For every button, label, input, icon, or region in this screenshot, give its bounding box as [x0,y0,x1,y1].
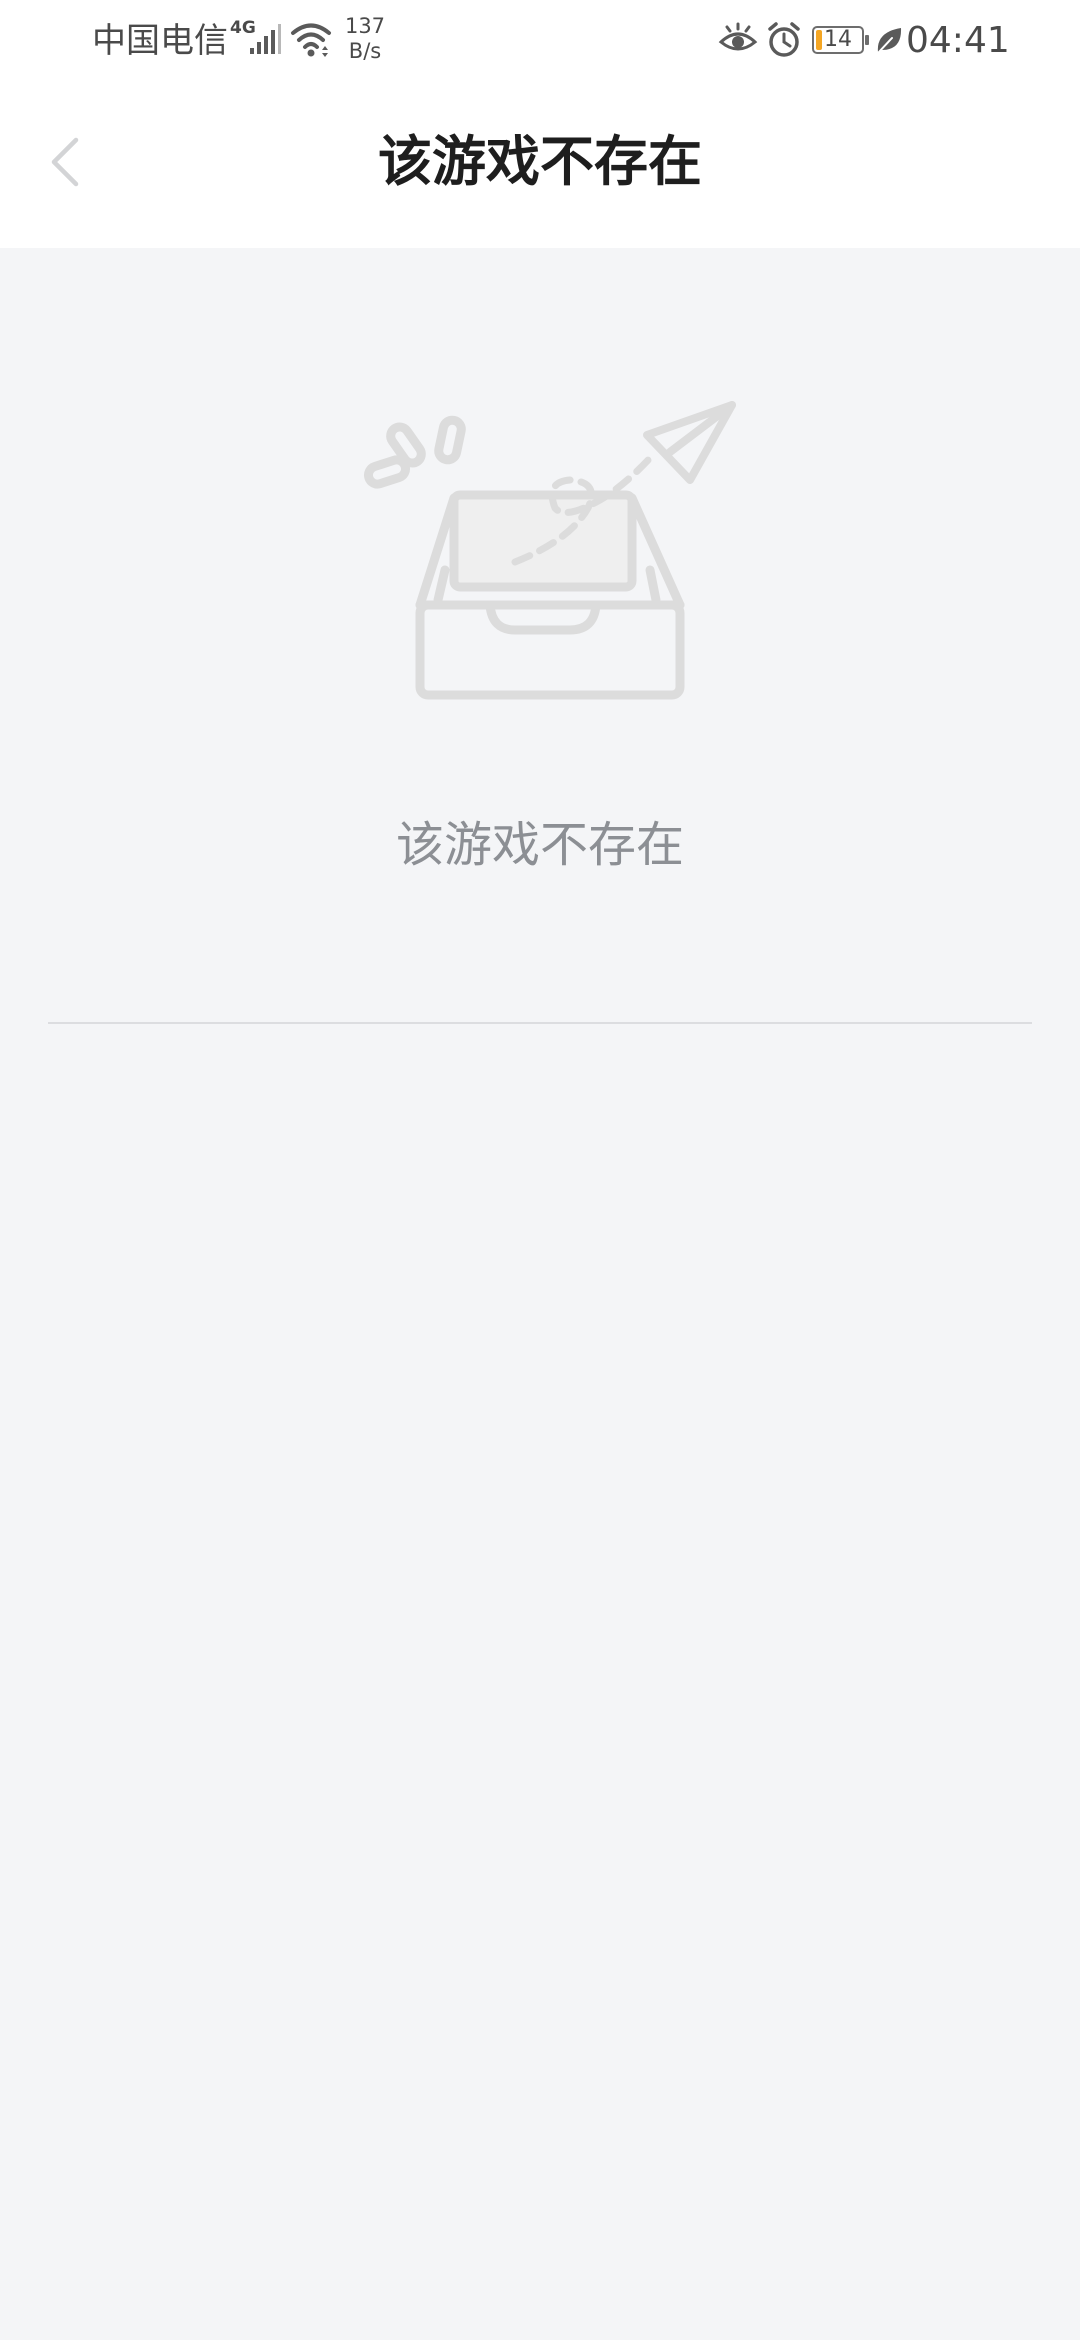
leaf-icon [874,24,904,56]
page-title: 该游戏不存在 [378,130,702,193]
network-speed: 137 B/s [342,14,388,64]
wifi-icon [290,20,332,60]
battery-level: 14 [824,27,852,52]
network-speed-unit: B/s [348,39,382,63]
empty-state-message: 该游戏不存在 [395,817,684,873]
battery-icon: 14 [812,26,869,54]
eye-icon [718,22,758,58]
empty-inbox-illustration [350,390,750,710]
divider [48,1022,1032,1024]
network-speed-value: 137 [344,14,386,38]
carrier-label: 中国电信 [92,21,228,61]
nav-bar: 该游戏不存在 [0,82,1080,248]
clock: 04:41 [906,20,1010,61]
signal-icon [248,22,282,56]
alarm-icon [766,20,802,60]
status-bar: 中国电信 4G 137 B/s 14 04:41 [0,0,1080,82]
